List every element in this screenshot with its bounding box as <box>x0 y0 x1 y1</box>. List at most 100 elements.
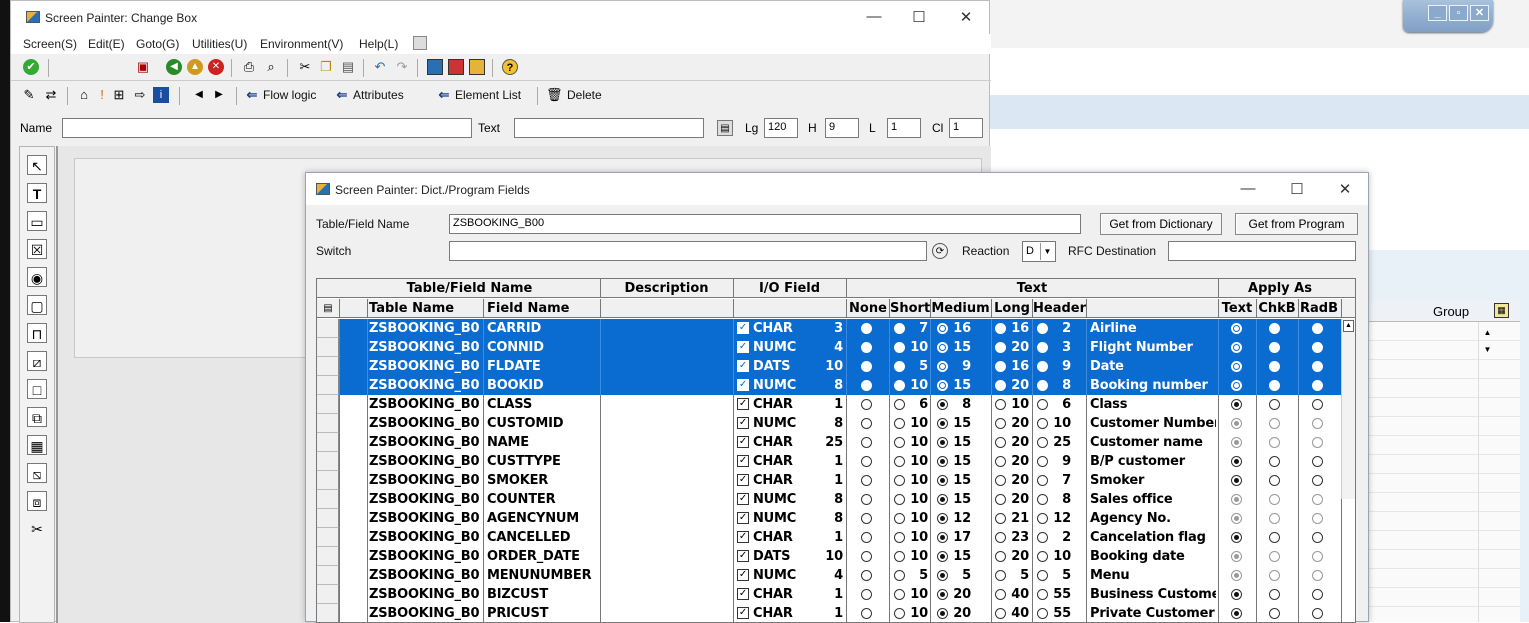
row-selector[interactable] <box>317 471 339 490</box>
apply-radb-radio[interactable] <box>1312 399 1323 410</box>
table-row[interactable]: ZSBOOKING_B0 FLDATE ✓ DATS 10 5 9 16 9 Date <box>317 357 1355 376</box>
radio-medium[interactable] <box>937 551 948 562</box>
minimize-icon[interactable]: — <box>864 8 884 25</box>
minimize-icon[interactable]: _ <box>1428 5 1447 21</box>
apply-chkb-radio[interactable] <box>1269 323 1280 334</box>
apply-chkb-radio[interactable] <box>1269 342 1280 353</box>
apply-radb-radio[interactable] <box>1312 380 1323 391</box>
apply-text-radio[interactable] <box>1231 399 1242 410</box>
apply-radb-radio[interactable] <box>1312 361 1323 372</box>
radio-header[interactable] <box>1037 494 1048 505</box>
radio-header[interactable] <box>1037 323 1048 334</box>
screen-icon[interactable]: ⊞ <box>111 87 127 103</box>
input-field-icon[interactable]: ▭ <box>27 211 47 231</box>
io-checkbox[interactable]: ✓ <box>737 569 749 581</box>
io-checkbox[interactable]: ✓ <box>737 360 749 372</box>
io-checkbox[interactable]: ✓ <box>737 588 749 600</box>
radio-header[interactable] <box>1037 589 1048 600</box>
apply-radb-radio[interactable] <box>1312 456 1323 467</box>
radio-long[interactable] <box>995 418 1006 429</box>
radio-none[interactable] <box>861 532 872 543</box>
maximize-icon[interactable]: ☐ <box>1287 180 1307 198</box>
radio-medium[interactable] <box>937 323 948 334</box>
table-settings-icon[interactable]: ▦ <box>1494 303 1509 318</box>
menu-edit[interactable]: Edit(E) <box>88 37 125 51</box>
table-row[interactable]: ZSBOOKING_B0 CONNID ✓ NUMC 4 10 15 20 3 Flight Nu… <box>317 338 1355 357</box>
radio-none[interactable] <box>861 608 872 619</box>
row-selector[interactable] <box>317 566 339 585</box>
radio-none[interactable] <box>861 361 872 372</box>
row-selector[interactable] <box>317 452 339 471</box>
radio-long[interactable] <box>995 513 1006 524</box>
h-field[interactable]: 9 <box>825 118 859 138</box>
col-apply-radb[interactable]: RadB <box>1299 299 1339 318</box>
io-checkbox[interactable]: ✓ <box>737 379 749 391</box>
radio-header[interactable] <box>1037 399 1048 410</box>
table-control-icon[interactable]: ▦ <box>27 435 47 455</box>
row-selector[interactable] <box>317 357 339 376</box>
io-checkbox[interactable]: ✓ <box>737 436 749 448</box>
find-icon[interactable]: ⌕ <box>263 59 279 75</box>
undo-icon[interactable]: ↶ <box>372 59 388 75</box>
radio-long[interactable] <box>995 342 1006 353</box>
close-icon[interactable]: ✕ <box>956 8 976 26</box>
radio-header[interactable] <box>1037 570 1048 581</box>
radio-medium[interactable] <box>937 570 948 581</box>
radio-short[interactable] <box>894 342 905 353</box>
row-selector[interactable] <box>317 585 339 604</box>
radio-short[interactable] <box>894 456 905 467</box>
radio-long[interactable] <box>995 532 1006 543</box>
status-icon[interactable]: ✂ <box>27 519 47 539</box>
radio-long[interactable] <box>995 551 1006 562</box>
row-selector[interactable] <box>317 338 339 357</box>
reaction-dropdown[interactable]: D ▼ <box>1022 241 1056 262</box>
radio-none[interactable] <box>861 323 872 334</box>
close-icon[interactable]: ✕ <box>1335 180 1355 198</box>
scroll-up-icon[interactable]: ▲ <box>1343 320 1354 332</box>
box-icon[interactable]: □ <box>27 379 47 399</box>
switch-input[interactable] <box>449 241 927 261</box>
row-selector[interactable] <box>317 319 339 338</box>
flow-logic-button[interactable]: Flow logic <box>263 88 316 102</box>
redo-icon[interactable]: ↷ <box>394 59 410 75</box>
io-checkbox[interactable]: ✓ <box>737 322 749 334</box>
io-checkbox[interactable]: ✓ <box>737 398 749 410</box>
radio-long[interactable] <box>995 437 1006 448</box>
delete-button[interactable]: Delete <box>567 88 602 102</box>
table-row[interactable]: ZSBOOKING_B0 NAME ✓ CHAR 25 10 15 20 25 Customer … <box>317 433 1355 452</box>
table-row[interactable]: ZSBOOKING_B0 SMOKER ✓ CHAR 1 10 15 20 7 Smoker <box>317 471 1355 490</box>
close-icon[interactable]: ✕ <box>1470 5 1489 21</box>
menu-goto[interactable]: Goto(G) <box>136 37 179 51</box>
table-row[interactable]: ZSBOOKING_B0 CARRID ✓ CHAR 3 7 16 16 2 Airline <box>317 319 1355 338</box>
apply-text-radio[interactable] <box>1231 456 1242 467</box>
radio-none[interactable] <box>861 570 872 581</box>
radio-short[interactable] <box>894 608 905 619</box>
col-table-name[interactable]: Table Name <box>369 299 483 318</box>
radio-none[interactable] <box>861 380 872 391</box>
apply-text-radio[interactable] <box>1231 323 1242 334</box>
radio-none[interactable] <box>861 456 872 467</box>
table-row[interactable]: ZSBOOKING_B0 AGENCYNUM ✓ NUMC 8 10 12 21 12 Agenc… <box>317 509 1355 528</box>
enter-check-icon[interactable]: ✔ <box>23 59 39 75</box>
table-row[interactable]: ZSBOOKING_B0 ORDER_DATE ✓ DATS 10 10 15 20 10 Boo… <box>317 547 1355 566</box>
io-checkbox[interactable]: ✓ <box>737 341 749 353</box>
print-icon[interactable]: ⎙ <box>241 59 257 75</box>
radio-button-icon[interactable]: ◉ <box>27 267 47 287</box>
radio-long[interactable] <box>995 380 1006 391</box>
menu-help[interactable]: Help(L) <box>359 37 398 51</box>
apply-chkb-radio[interactable] <box>1269 361 1280 372</box>
checkbox-icon[interactable]: ☒ <box>27 239 47 259</box>
lg-field[interactable]: 120 <box>764 118 798 138</box>
table-row[interactable]: ZSBOOKING_B0 COUNTER ✓ NUMC 8 10 15 20 8 Sales of… <box>317 490 1355 509</box>
back-icon[interactable]: ◀ <box>166 59 182 75</box>
radio-long[interactable] <box>995 323 1006 334</box>
apply-chkb-radio[interactable] <box>1269 399 1280 410</box>
marker-icon[interactable]: ! <box>94 87 110 103</box>
radio-short[interactable] <box>894 570 905 581</box>
radio-none[interactable] <box>861 513 872 524</box>
layout-icon-2[interactable] <box>448 59 464 75</box>
table-row[interactable]: ZSBOOKING_B0 BIZCUST ✓ CHAR 1 10 20 40 55 Busines… <box>317 585 1355 604</box>
rfc-destination-input[interactable] <box>1168 241 1356 261</box>
table-scrollbar[interactable]: ▲ <box>1341 319 1355 499</box>
apply-chkb-radio[interactable] <box>1269 456 1280 467</box>
